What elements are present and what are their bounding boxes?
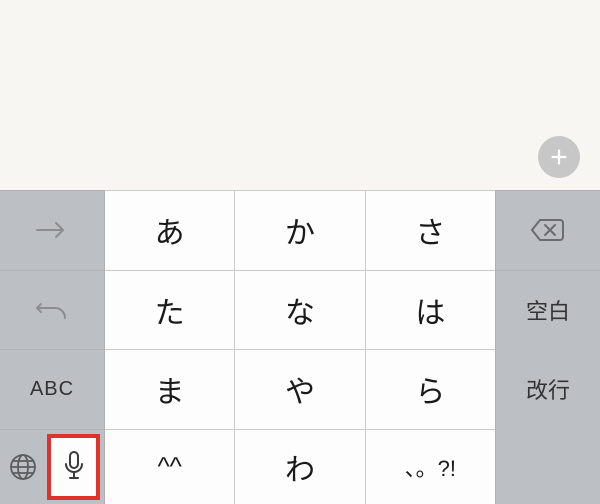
kana-key-ma[interactable]: ま: [105, 349, 235, 429]
return-key[interactable]: 改行: [495, 349, 600, 429]
undo-icon: [35, 298, 69, 322]
punctuation-key[interactable]: 、。?!: [366, 429, 495, 504]
kana-key-na[interactable]: な: [235, 270, 365, 350]
arrow-right-icon: [33, 220, 71, 240]
dictation-key[interactable]: [47, 434, 100, 501]
kaomoji-key[interactable]: ^^: [105, 429, 235, 504]
content-area[interactable]: [0, 0, 600, 190]
plus-icon: [548, 146, 570, 168]
microphone-icon: [62, 450, 86, 484]
forward-key[interactable]: [0, 190, 105, 270]
kana-label: さ: [415, 208, 445, 252]
kana-key-ta[interactable]: た: [105, 270, 235, 350]
kana-label: は: [415, 288, 445, 332]
abc-label: ABC: [30, 378, 74, 401]
kana-key-wa[interactable]: わ: [235, 429, 365, 504]
kana-key-ha[interactable]: は: [366, 270, 495, 350]
kana-label: な: [285, 288, 315, 332]
kana-key-ra[interactable]: ら: [366, 349, 495, 429]
kana-label: か: [285, 208, 315, 252]
globe-key[interactable]: [0, 430, 45, 504]
backspace-icon: [530, 217, 566, 243]
punctuation-label: 、。?!: [405, 451, 456, 483]
undo-key[interactable]: [0, 270, 105, 350]
kana-label: や: [285, 367, 315, 411]
kana-label: あ: [155, 208, 185, 252]
return-label: 改行: [526, 373, 570, 405]
kaomoji-label: ^^: [157, 451, 181, 482]
space-key[interactable]: 空白: [495, 270, 600, 350]
kana-key-ka[interactable]: か: [235, 190, 365, 270]
kana-label: わ: [285, 445, 315, 489]
globe-icon: [8, 452, 38, 482]
kana-key-a[interactable]: あ: [105, 190, 235, 270]
add-button[interactable]: [538, 136, 580, 178]
kana-label: ら: [415, 367, 445, 411]
kana-label: ま: [155, 367, 185, 411]
kana-key-sa[interactable]: さ: [366, 190, 495, 270]
globe-mic-cell: [0, 429, 105, 504]
abc-key[interactable]: ABC: [0, 349, 105, 429]
delete-key[interactable]: [495, 190, 600, 270]
space-label: 空白: [526, 294, 570, 326]
kana-key-ya[interactable]: や: [235, 349, 365, 429]
kana-label: た: [155, 288, 185, 332]
return-key-lower[interactable]: [495, 429, 600, 504]
japanese-kana-keyboard: あ か さ た な は 空白 ABC ま や: [0, 190, 600, 504]
